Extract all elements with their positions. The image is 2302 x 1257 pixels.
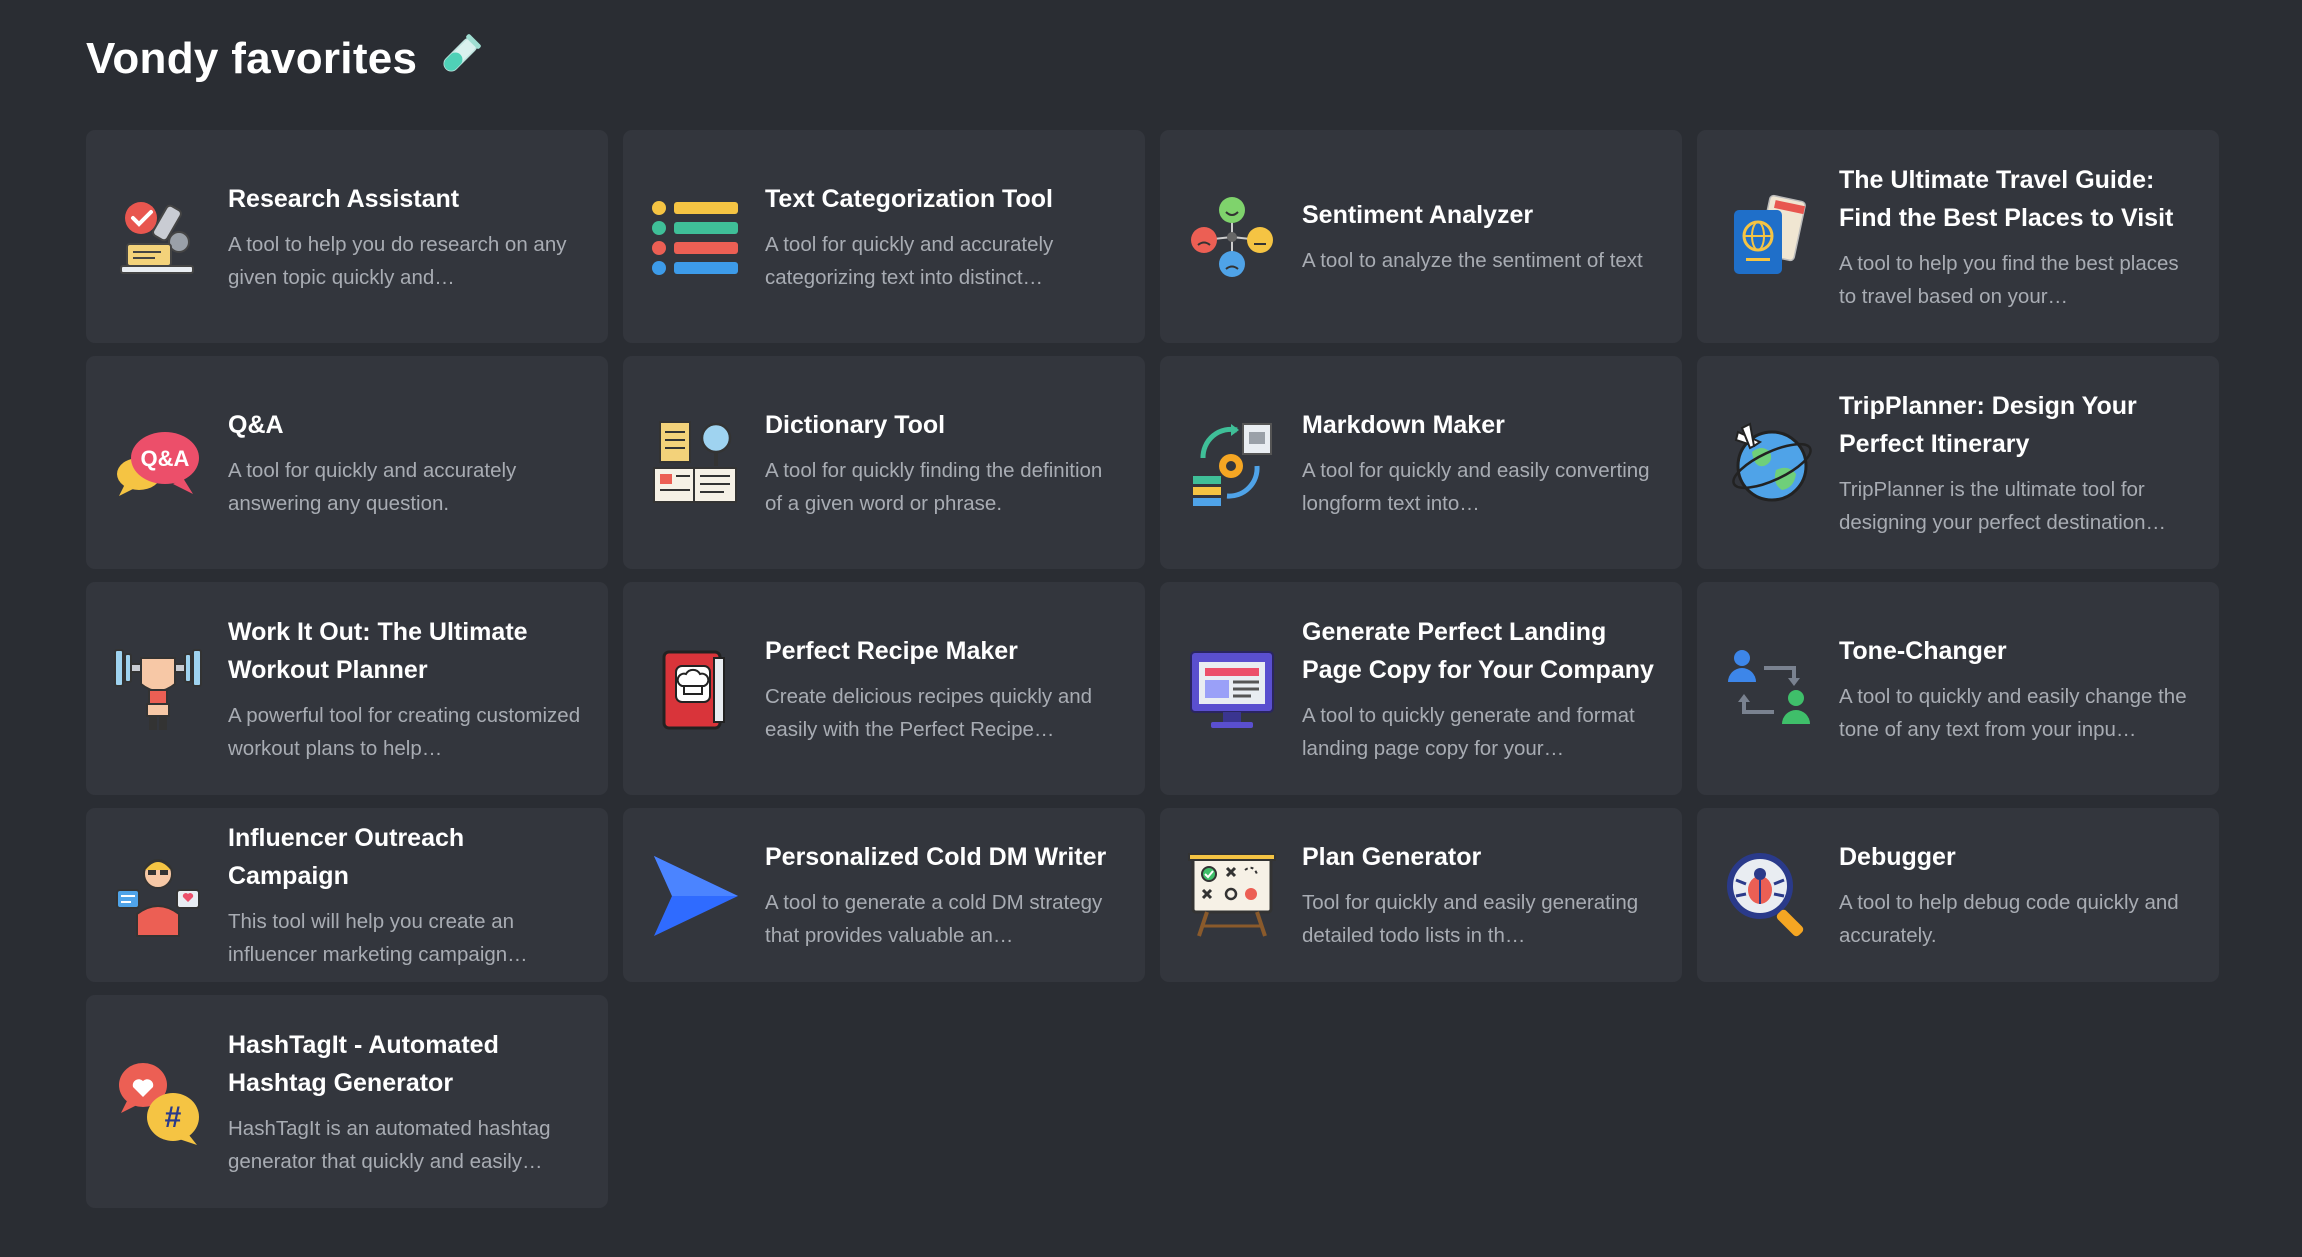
card-description: A tool for quickly and accurately answer… <box>228 458 517 515</box>
card-description: TripPlanner is the ultimate tool for des… <box>1839 477 2167 534</box>
tool-card-tripplanner[interactable]: TripPlanner: Design Your Perfect Itinera… <box>1697 356 2219 569</box>
tool-card-qa[interactable]: Q&A Q&A A tool for quickly and accuratel… <box>86 356 608 569</box>
tool-grid: Research Assistant A tool to help you do… <box>86 130 2219 1208</box>
passport-icon <box>1723 191 1815 283</box>
card-description: A tool to generate a cold DM strategy th… <box>765 891 1103 947</box>
bug-search-icon <box>1723 849 1815 941</box>
card-title: Personalized Cold DM Writer <box>765 843 1107 871</box>
weightlifting-icon <box>112 643 204 735</box>
card-description: Create delicious recipes quickly and eas… <box>765 684 1093 741</box>
card-title: HashTagIt - Automated Hashtag Generator <box>228 1030 499 1097</box>
card-description: A tool to analyze the sentiment of text <box>1302 249 1643 272</box>
card-title: Research Assistant <box>228 184 460 213</box>
card-title: Generate Perfect Landing Page Copy for Y… <box>1302 617 1654 684</box>
card-title: Dictionary Tool <box>765 410 946 439</box>
tool-card-hashtagit[interactable]: # HashTagIt - Automated Hashtag Generato… <box>86 995 608 1208</box>
tool-card-text-categorization[interactable]: Text Categorization Tool A tool for quic… <box>623 130 1145 343</box>
tool-card-research-assistant[interactable]: Research Assistant A tool to help you do… <box>86 130 608 343</box>
card-description: A powerful tool for creating customized … <box>228 703 581 760</box>
emotion-faces-icon <box>1186 191 1278 283</box>
page-title: Vondy favorites <box>86 33 418 83</box>
card-title: Debugger <box>1839 843 1956 871</box>
tool-card-markdown-maker[interactable]: Markdown Maker A tool for quickly and ea… <box>1160 356 1682 569</box>
people-exchange-icon <box>1723 643 1815 735</box>
tool-card-sentiment-analyzer[interactable]: Sentiment Analyzer A tool to analyze the… <box>1160 130 1682 343</box>
influencer-icon <box>112 849 204 941</box>
card-description: A tool for quickly and accurately catego… <box>765 232 1054 289</box>
card-title: Perfect Recipe Maker <box>765 636 1018 665</box>
tool-card-debugger[interactable]: Debugger A tool to help debug code quick… <box>1697 808 2219 982</box>
card-description: A tool to quickly and easily change the … <box>1839 684 2187 741</box>
send-arrow-icon <box>649 849 741 941</box>
microscope-icon <box>112 191 204 283</box>
tool-card-dictionary[interactable]: Dictionary Tool A tool for quickly findi… <box>623 356 1145 569</box>
tool-card-recipe-maker[interactable]: Perfect Recipe Maker Create delicious re… <box>623 582 1145 795</box>
card-title: Q&A <box>228 410 284 439</box>
section-header: Vondy favorites <box>86 30 485 87</box>
document-convert-icon <box>1186 417 1278 509</box>
card-title: Work It Out: The Ultimate Workout Planne… <box>228 617 528 684</box>
card-title: The Ultimate Travel Guide: Find the Best… <box>1839 165 2174 232</box>
card-description: A tool to help debug code quickly and ac… <box>1839 891 2179 947</box>
test-tube-icon <box>433 30 485 87</box>
tool-card-influencer-outreach[interactable]: Influencer Outreach Campaign This tool w… <box>86 808 608 982</box>
qa-bubble-icon: Q&A <box>112 417 204 509</box>
card-title: Influencer Outreach Campaign <box>228 824 465 890</box>
hashtag-icon-text: # <box>165 1101 182 1134</box>
card-title: Plan Generator <box>1302 843 1482 871</box>
monitor-webpage-icon <box>1186 643 1278 735</box>
strategy-board-icon <box>1186 849 1278 941</box>
card-title: Tone-Changer <box>1839 636 2007 665</box>
card-title: TripPlanner: Design Your Perfect Itinera… <box>1839 391 2137 458</box>
hashtag-bubble-icon: # <box>112 1056 204 1148</box>
card-title: Text Categorization Tool <box>765 184 1053 213</box>
favorites-page: Vondy favorites Research Assistant A too… <box>0 0 2302 1257</box>
card-description: A tool to quickly generate and format la… <box>1302 703 1635 760</box>
qa-icon-text: Q&A <box>141 446 190 471</box>
recipe-book-icon <box>649 643 741 735</box>
tool-card-cold-dm-writer[interactable]: Personalized Cold DM Writer A tool to ge… <box>623 808 1145 982</box>
tool-card-tone-changer[interactable]: Tone-Changer A tool to quickly and easil… <box>1697 582 2219 795</box>
card-description: HashTagIt is an automated hashtag genera… <box>228 1116 551 1173</box>
card-description: This tool will help you create an influe… <box>228 910 528 966</box>
tool-card-travel-guide[interactable]: The Ultimate Travel Guide: Find the Best… <box>1697 130 2219 343</box>
card-description: A tool for quickly and easily converting… <box>1302 458 1650 515</box>
globe-plane-icon <box>1723 417 1815 509</box>
card-title: Sentiment Analyzer <box>1302 201 1534 229</box>
card-title: Markdown Maker <box>1302 410 1505 439</box>
card-description: A tool to help you do research on any gi… <box>228 232 567 289</box>
card-description: A tool to help you find the best places … <box>1839 251 2179 308</box>
tool-card-plan-generator[interactable]: Plan Generator Tool for quickly and easi… <box>1160 808 1682 982</box>
card-description: A tool for quickly finding the definitio… <box>765 458 1103 515</box>
tool-card-workout-planner[interactable]: Work It Out: The Ultimate Workout Planne… <box>86 582 608 795</box>
dictionary-icon <box>649 417 741 509</box>
card-description: Tool for quickly and easily generating d… <box>1302 891 1639 947</box>
category-list-icon <box>649 191 741 283</box>
tool-card-landing-page-copy[interactable]: Generate Perfect Landing Page Copy for Y… <box>1160 582 1682 795</box>
